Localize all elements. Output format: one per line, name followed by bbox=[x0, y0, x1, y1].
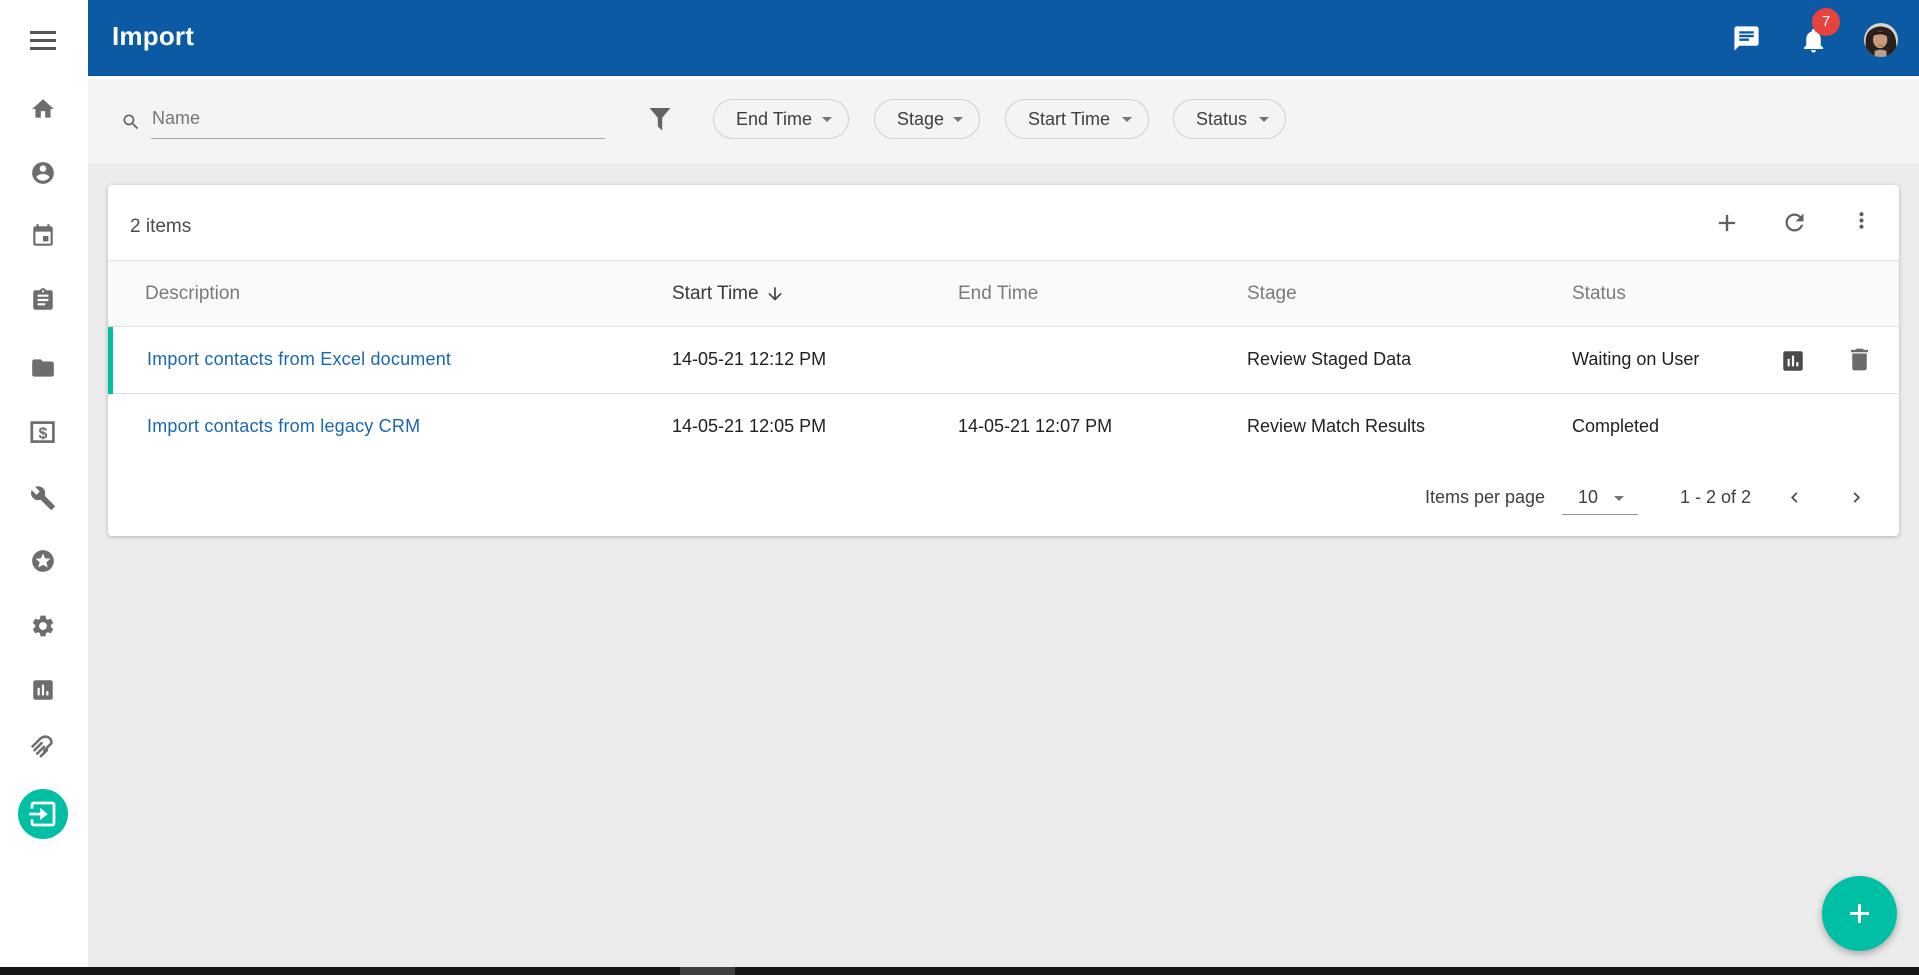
svg-text:$: $ bbox=[39, 426, 48, 443]
